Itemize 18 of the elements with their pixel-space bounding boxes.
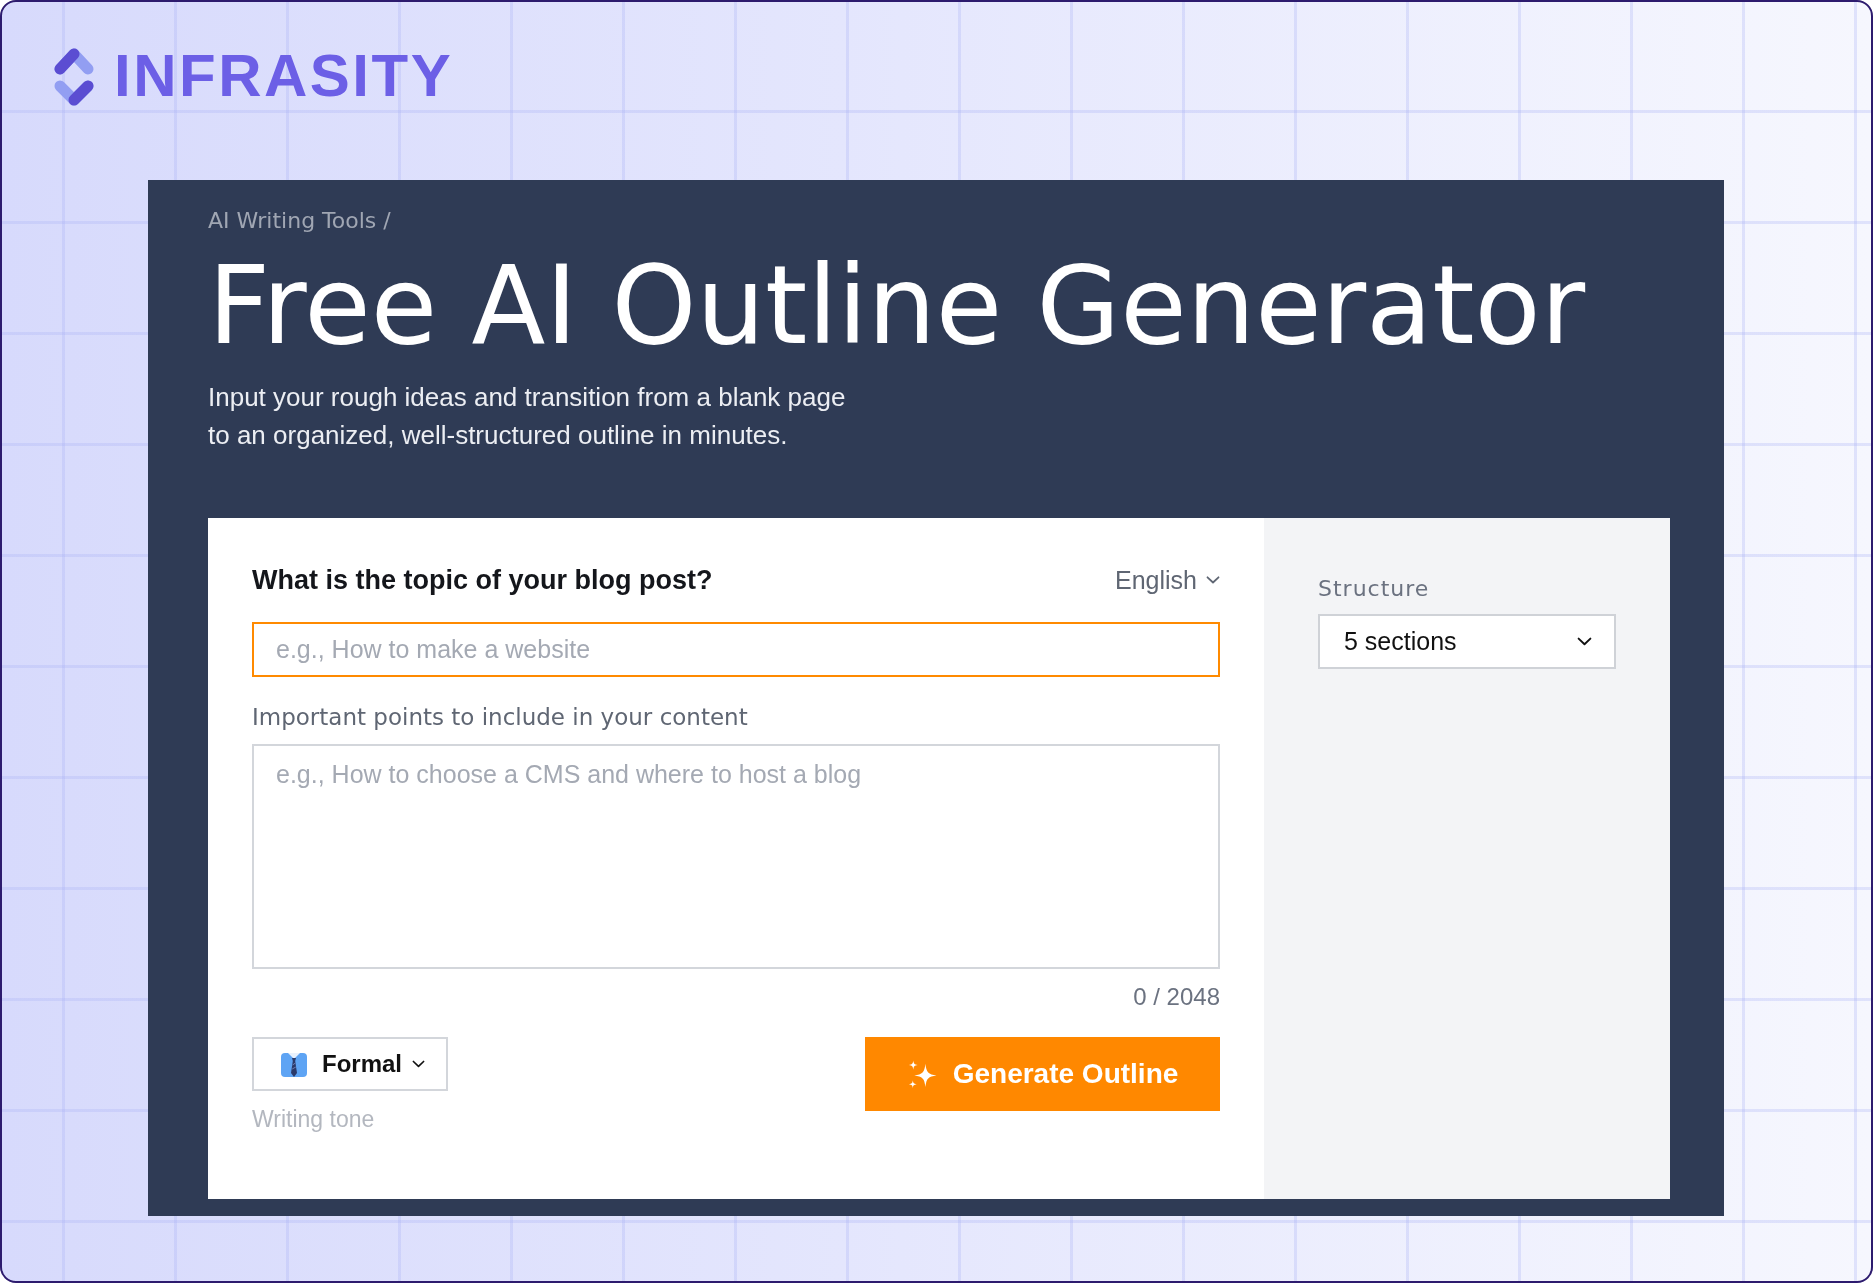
character-counter: 0 / 2048 xyxy=(1133,983,1220,1011)
brand-wordmark: INFRASITY xyxy=(114,44,454,108)
points-label: Important points to include in your content xyxy=(252,703,749,731)
chevron-down-icon xyxy=(1206,576,1220,584)
tone-caption: Writing tone xyxy=(252,1105,375,1133)
question-label: What is the topic of your blog post? xyxy=(252,564,713,596)
language-dropdown[interactable]: English xyxy=(1115,564,1220,596)
breadcrumb-link[interactable]: AI Writing Tools / xyxy=(208,208,391,234)
tone-dropdown[interactable]: Formal xyxy=(252,1037,448,1091)
structure-label: Structure xyxy=(1318,575,1431,603)
points-textarea[interactable]: e.g., How to choose a CMS and where to host a blog xyxy=(252,744,1220,969)
structure-dropdown[interactable]: 5 sections xyxy=(1318,614,1616,669)
chevron-down-icon xyxy=(412,1060,425,1068)
page-title: Free AI Outline Generator xyxy=(208,246,1587,366)
chevron-down-icon xyxy=(1577,637,1592,646)
shirt-tie-icon xyxy=(280,1050,308,1078)
topic-input[interactable]: e.g., How to make a website xyxy=(252,622,1220,677)
page-subtitle: Input your rough ideas and transition from a blank page to an organized, well-structured outline in minutes. xyxy=(208,381,847,452)
